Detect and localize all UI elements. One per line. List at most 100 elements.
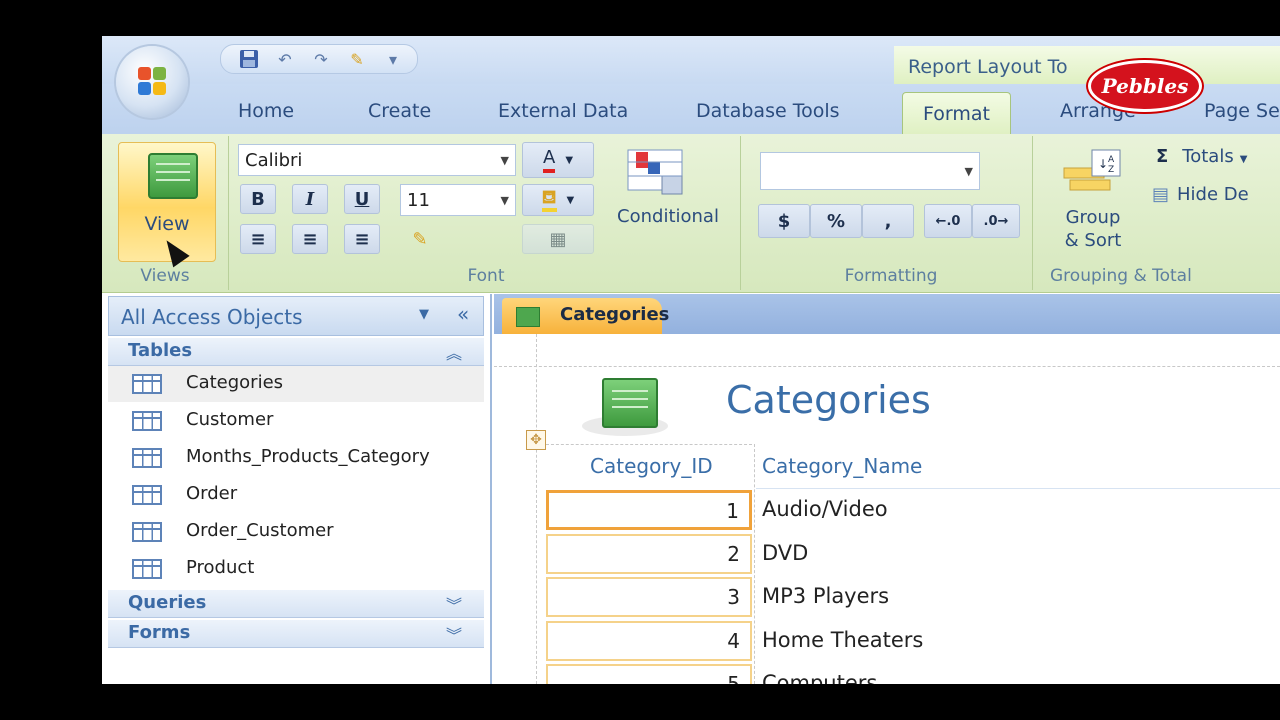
customize-toolbar-icon[interactable]: ▾ <box>379 48 407 70</box>
font-name-value: Calibri <box>245 150 303 171</box>
tab-database-tools[interactable]: Database Tools <box>696 100 840 122</box>
report-logo-icon[interactable] <box>602 378 658 428</box>
group-sort-button[interactable]: ↓ A Z Group & Sort <box>1040 136 1150 260</box>
cell-category-id[interactable]: 1 <box>546 490 752 530</box>
nav-item-customer[interactable]: Customer <box>108 403 484 439</box>
percent-button[interactable]: % <box>810 204 862 238</box>
chevron-down-icon[interactable]: ▼ <box>419 307 429 322</box>
filter-brush-icon[interactable]: ✎ <box>343 48 371 70</box>
chevron-down-icon: ▼ <box>500 154 509 167</box>
nav-item-months-products-category[interactable]: Months_Products_Category <box>108 440 484 476</box>
views-group-label: Views <box>140 266 190 286</box>
increase-decimals-button[interactable]: ←.0 <box>924 204 972 238</box>
tab-page-setup[interactable]: Page Se <box>1204 100 1280 122</box>
report-layout: Categories ✥ Category_ID Category_Name 1… <box>494 334 1280 684</box>
table-icon <box>132 485 162 505</box>
cell-category-name[interactable]: MP3 Players <box>762 577 889 615</box>
tab-external-data[interactable]: External Data <box>498 100 628 122</box>
redo-icon[interactable]: ↷ <box>307 48 335 70</box>
font-size-dropdown[interactable]: 11 ▼ <box>400 184 516 216</box>
decrease-decimals-button[interactable]: .0→ <box>972 204 1020 238</box>
totals-button[interactable]: Σ Totals ▼ <box>1156 146 1247 167</box>
currency-button[interactable]: $ <box>758 204 810 238</box>
tab-format[interactable]: Format <box>902 92 1011 135</box>
cell-category-name[interactable]: Home Theaters <box>762 621 923 659</box>
document-tab-label: Categories <box>560 304 670 325</box>
tab-home[interactable]: Home <box>238 100 294 122</box>
tab-create[interactable]: Create <box>368 100 431 122</box>
contextual-tab-label: Report Layout To <box>908 56 1068 78</box>
cell-category-id[interactable]: 2 <box>546 534 752 574</box>
sigma-icon: Σ <box>1156 146 1169 167</box>
section-queries-label: Queries <box>128 592 207 613</box>
formatting-group-label: Formatting <box>844 266 938 286</box>
fill-color-button[interactable]: ⛾ ▼ <box>522 184 594 216</box>
nav-item-label: Order_Customer <box>186 520 334 541</box>
table-icon <box>132 559 162 579</box>
bold-button[interactable]: B <box>240 184 276 214</box>
font-name-dropdown[interactable]: Calibri ▼ <box>238 144 516 176</box>
table-icon <box>132 522 162 542</box>
underline-button[interactable]: U <box>344 184 380 214</box>
format-dropdown[interactable]: ▼ <box>760 152 980 190</box>
section-queries[interactable]: Queries ︾ <box>108 590 484 618</box>
table-row[interactable]: 2 DVD <box>546 534 1280 574</box>
views-group: View Views <box>102 136 229 290</box>
chevron-down-icon: ▼ <box>1239 154 1248 165</box>
report-icon <box>516 307 540 327</box>
table-row[interactable]: 5 Computers <box>546 664 1280 684</box>
column-header-category-id[interactable]: Category_ID <box>590 454 713 478</box>
gridlines-button[interactable]: ▦ <box>522 224 594 254</box>
undo-icon[interactable]: ↶ <box>271 48 299 70</box>
cell-category-id[interactable]: 3 <box>546 577 752 617</box>
nav-item-order[interactable]: Order <box>108 477 484 513</box>
nav-header[interactable]: All Access Objects ▼ « <box>108 296 484 336</box>
nav-item-order-customer[interactable]: Order_Customer <box>108 514 484 550</box>
table-row[interactable]: 1 Audio/Video <box>546 490 1280 530</box>
font-color-button[interactable]: A ▼ <box>522 142 594 178</box>
cell-category-id[interactable]: 5 <box>546 664 752 684</box>
hide-details-label: Hide De <box>1177 184 1249 205</box>
italic-button[interactable]: I <box>292 184 328 214</box>
layout-move-handle-icon[interactable]: ✥ <box>526 430 546 450</box>
section-forms-label: Forms <box>128 622 191 643</box>
section-forms[interactable]: Forms ︾ <box>108 620 484 648</box>
cell-category-name[interactable]: DVD <box>762 534 808 572</box>
table-row[interactable]: 3 MP3 Players <box>546 577 1280 617</box>
save-icon[interactable] <box>235 48 263 70</box>
office-logo-icon <box>138 67 168 97</box>
view-icon <box>148 153 198 199</box>
nav-item-label: Categories <box>186 372 284 393</box>
cell-category-name[interactable]: Computers <box>762 664 877 684</box>
cell-category-id[interactable]: 4 <box>546 621 752 661</box>
column-header-category-name[interactable]: Category_Name <box>762 454 922 478</box>
report-title[interactable]: Categories <box>726 378 931 422</box>
section-tables[interactable]: Tables ︽ <box>108 338 484 366</box>
table-icon <box>132 411 162 431</box>
chevron-down-icon: ▼ <box>500 194 509 207</box>
nav-item-label: Product <box>186 557 255 578</box>
nav-item-product[interactable]: Product <box>108 551 484 587</box>
ribbon: View Views Calibri ▼ A ▼ B I U 11 ▼ ⛾ ▼ … <box>102 134 1280 293</box>
group-sort-label-line2: & Sort <box>1064 230 1122 251</box>
chevron-down-double-icon: ︾ <box>445 596 462 615</box>
office-button[interactable] <box>116 46 188 118</box>
comma-button[interactable]: , <box>862 204 914 238</box>
format-painter-icon[interactable]: ✎ <box>402 224 438 254</box>
align-right-button[interactable]: ≡ <box>344 224 380 254</box>
font-size-value: 11 <box>407 190 430 211</box>
cell-category-name[interactable]: Audio/Video <box>762 490 888 528</box>
conditional-label: Conditional <box>617 206 719 227</box>
document-tab-bar: Categories <box>494 294 1280 334</box>
collapse-pane-icon[interactable]: « <box>457 302 469 326</box>
align-center-button[interactable]: ≡ <box>292 224 328 254</box>
align-left-button[interactable]: ≡ <box>240 224 276 254</box>
svg-text:Z: Z <box>1108 165 1114 175</box>
table-row[interactable]: 4 Home Theaters <box>546 621 1280 661</box>
document-tab-categories[interactable]: Categories <box>502 298 669 334</box>
conditional-format-icon[interactable] <box>626 148 688 196</box>
hide-details-button[interactable]: ▤ Hide De <box>1152 184 1249 205</box>
fill-bucket-icon: ⛾ <box>541 188 557 212</box>
nav-item-categories[interactable]: Categories <box>108 366 484 402</box>
group-sort-icon: ↓ A Z <box>1062 148 1124 194</box>
